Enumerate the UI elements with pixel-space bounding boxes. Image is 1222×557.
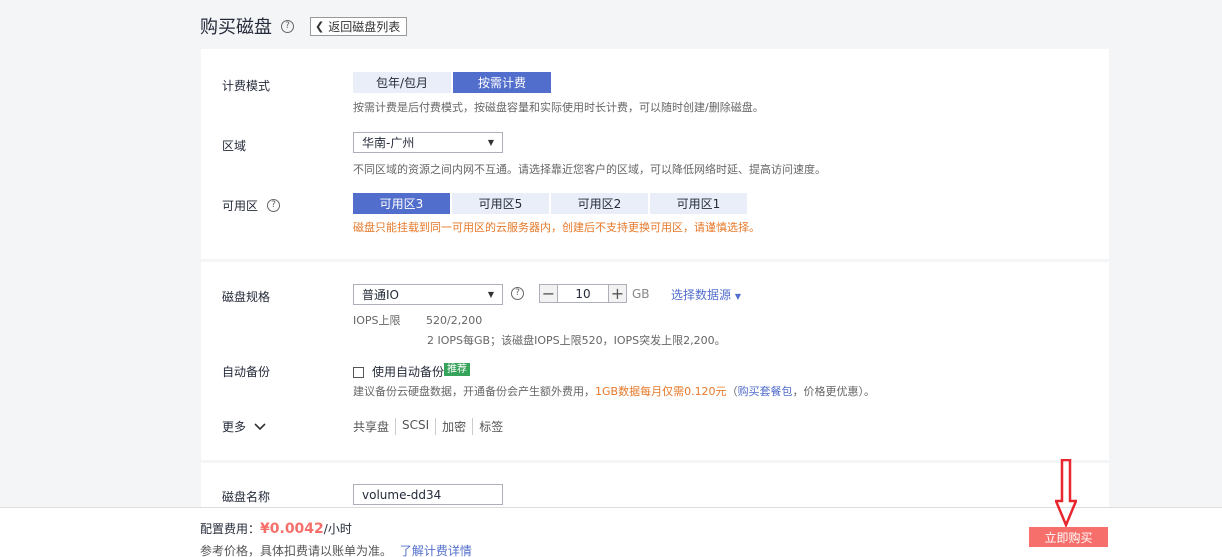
recommend-badge: 推荐: [444, 363, 471, 376]
billing-mode-label: 计费模式: [222, 79, 271, 93]
buy-now-button[interactable]: 立即购买: [1029, 527, 1108, 547]
more-option-shared-disk[interactable]: 共享盘: [353, 418, 395, 435]
zone-option-2[interactable]: 可用区2: [551, 193, 648, 214]
more-options: 共享盘 SCSI 加密 标签: [353, 418, 509, 435]
reference-line: 参考价格，具体扣费请以账单为准。 了解计费详情: [200, 542, 472, 557]
reference-text: 参考价格，具体扣费请以账单为准。: [200, 544, 393, 557]
more-option-encryption[interactable]: 加密: [435, 418, 472, 435]
help-icon[interactable]: ?: [281, 19, 294, 33]
datasource-link-label: 选择数据源: [671, 288, 732, 302]
order-footer: 配置费用：¥0.0042/小时 参考价格，具体扣费请以账单为准。 了解计费详情 …: [0, 507, 1222, 557]
backup-hint-prefix: 建议备份云硬盘数据，开通备份会产生额外费用，: [353, 385, 595, 398]
caret-down-icon: ▼: [487, 138, 494, 147]
region-label: 区域: [222, 139, 247, 153]
chevron-left-icon: ❮: [315, 19, 325, 33]
backup-price-highlight: 1GB数据每月仅需0.120元: [595, 385, 727, 398]
billing-option-pay-per-use[interactable]: 按需计费: [453, 72, 551, 93]
basic-config-card: 计费模式 包年/包月 按需计费 按需计费是后付费模式，按磁盘容量和实际使用时长计…: [201, 49, 1109, 259]
auto-backup-label: 自动备份: [222, 365, 271, 379]
increase-size-button[interactable]: +: [608, 284, 627, 303]
zone-selector: 可用区3 可用区5 可用区2 可用区1: [353, 193, 747, 214]
region-select[interactable]: 华南-广州 ▼: [353, 132, 503, 153]
disk-name-card: 磁盘名称 volume-dd34: [201, 463, 1109, 513]
price-label: 配置费用：: [200, 522, 261, 536]
caret-down-icon: ▼: [734, 292, 741, 301]
page-header: 购买磁盘 ? ❮ 返回磁盘列表: [200, 14, 408, 38]
region-hint: 不同区域的资源之间内网不互通。请选择靠近您客户的区域，可以降低网络时延、提高访问…: [353, 163, 826, 176]
back-to-disk-list-button[interactable]: ❮ 返回磁盘列表: [310, 16, 408, 36]
backup-hint-paren: （: [726, 385, 738, 398]
billing-details-link[interactable]: 了解计费详情: [400, 544, 472, 557]
disk-type-select[interactable]: 普通IO ▼: [353, 284, 503, 305]
price-unit: /小时: [323, 522, 352, 536]
price-line: 配置费用：¥0.0042/小时: [200, 520, 352, 537]
zone-label: 可用区: [222, 199, 259, 213]
down-arrow-icon: [1055, 459, 1077, 527]
auto-backup-checkbox[interactable]: [353, 367, 364, 378]
disk-name-input[interactable]: volume-dd34: [353, 484, 503, 505]
billing-mode-selector: 包年/包月 按需计费: [353, 72, 551, 93]
disk-size-input[interactable]: 10: [558, 284, 608, 303]
zone-option-1[interactable]: 可用区1: [650, 193, 747, 214]
back-button-label: 返回磁盘列表: [328, 19, 401, 34]
auto-backup-checkbox-label: 使用自动备份: [372, 365, 445, 379]
page-title: 购买磁盘: [200, 17, 272, 38]
region-select-value: 华南-广州: [362, 136, 415, 150]
select-datasource-link[interactable]: 选择数据源 ▼: [671, 286, 741, 303]
buy-package-link[interactable]: 购买套餐包: [738, 385, 793, 398]
more-option-tags[interactable]: 标签: [472, 418, 509, 435]
zone-option-5[interactable]: 可用区5: [452, 193, 549, 214]
iops-row: IOPS上限 520/2,200: [353, 312, 482, 328]
billing-mode-hint: 按需计费是后付费模式，按磁盘容量和实际使用时长计费，可以随时创建/删除磁盘。: [353, 101, 764, 114]
disk-size-stepper: − 10 + GB: [539, 284, 650, 303]
price-value: ¥0.0042: [260, 521, 324, 537]
iops-value: 520/2,200: [426, 314, 483, 327]
decrease-size-button[interactable]: −: [539, 284, 558, 303]
iops-detail: 2 IOPS每GB；该磁盘IOPS上限520，IOPS突发上限2,200。: [427, 334, 726, 347]
more-label: 更多: [222, 420, 247, 434]
more-toggle[interactable]: 更多: [222, 418, 266, 435]
disk-spec-card: 磁盘规格 普通IO ▼ ? − 10 + GB 选择数据源 ▼ IOPS上限 5…: [201, 262, 1109, 460]
iops-label: IOPS上限: [353, 314, 401, 327]
disk-spec-label: 磁盘规格: [222, 290, 271, 304]
disk-type-help-icon[interactable]: ?: [511, 287, 524, 300]
backup-hint-suffix: ，价格更优惠）。: [792, 385, 876, 398]
zone-option-3[interactable]: 可用区3: [353, 193, 450, 214]
zone-warning: 磁盘只能挂载到同一可用区的云服务器内，创建后不支持更换可用区，请谨慎选择。: [353, 221, 760, 234]
auto-backup-option[interactable]: 使用自动备份 推荐: [353, 363, 471, 380]
zone-help-icon[interactable]: ?: [267, 199, 281, 212]
zone-label-wrap: 可用区 ?: [222, 197, 281, 214]
auto-backup-hint: 建议备份云硬盘数据，开通备份会产生额外费用，1GB数据每月仅需0.120元（购买…: [353, 383, 875, 399]
caret-down-icon: ▼: [487, 290, 494, 299]
disk-name-label: 磁盘名称: [222, 490, 271, 504]
disk-type-value: 普通IO: [362, 288, 399, 302]
disk-size-unit: GB: [632, 286, 650, 301]
more-option-scsi[interactable]: SCSI: [395, 418, 435, 435]
chevron-down-icon: [254, 422, 266, 430]
billing-option-yearly-monthly[interactable]: 包年/包月: [353, 72, 451, 93]
